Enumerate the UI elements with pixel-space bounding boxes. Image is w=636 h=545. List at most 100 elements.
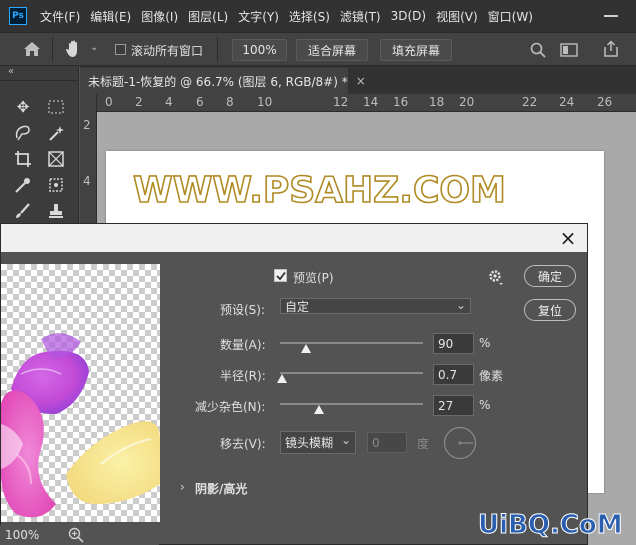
menu-file[interactable]: 文件(F) — [35, 8, 85, 25]
ruler-tick: 16 — [393, 95, 409, 109]
dialog-close-icon[interactable]: × — [557, 226, 579, 250]
ruler-tick: 0 — [105, 95, 113, 109]
ruler-tick: 6 — [196, 95, 204, 109]
angle-unit: 度 — [417, 437, 430, 451]
menu-image[interactable]: 图像(I) — [136, 8, 183, 25]
zoom-field[interactable]: 100% — [232, 39, 287, 61]
menu-filter[interactable]: 滤镜(T) — [335, 8, 386, 25]
radius-label: 半径(R): — [220, 369, 266, 383]
dialog-status-bar: 100% — [0, 525, 159, 545]
eyedropper-icon[interactable] — [12, 174, 34, 196]
ruler-tick: 4 — [83, 174, 91, 188]
reduce-noise-label: 减少杂色(N): — [195, 400, 266, 414]
amount-input[interactable]: 90 — [433, 333, 474, 354]
menu-3d[interactable]: 3D(D) — [386, 9, 431, 23]
ruler-tick: 26 — [597, 95, 613, 109]
reset-button[interactable]: 复位 — [524, 299, 576, 321]
menu-layer[interactable]: 图层(L) — [183, 8, 233, 25]
ruler-tick: 8 — [226, 95, 234, 109]
document-tab-bar: 未标题-1-恢复的 @ 66.7% (图层 6, RGB/8#) * × — [80, 66, 636, 94]
horizontal-ruler: 0 2 4 6 8 10 12 14 16 18 20 22 24 26 — [97, 94, 636, 112]
fit-screen-button[interactable]: 适合屏幕 — [296, 39, 368, 61]
amount-unit: % — [479, 336, 491, 350]
menu-bar: Ps 文件(F) 编辑(E) 图像(I) 图层(L) 文字(Y) 选择(S) 滤… — [0, 0, 636, 32]
options-bar: ⌄ 滚动所有窗口 100% 适合屏幕 填充屏幕 — [0, 32, 636, 66]
chevron-down-icon[interactable]: ⌄ — [90, 42, 98, 53]
move-tool-icon[interactable]: ✥ — [12, 96, 34, 118]
radius-slider-track[interactable] — [280, 372, 423, 374]
ok-button[interactable]: 确定 — [524, 265, 576, 287]
radius-input[interactable]: 0.7 — [433, 364, 474, 385]
tab-close-icon[interactable]: × — [356, 74, 366, 88]
amount-slider-thumb[interactable] — [300, 344, 311, 353]
ruler-tick: 2 — [83, 118, 91, 132]
home-icon[interactable] — [23, 41, 41, 57]
ruler-tick: 12 — [333, 95, 349, 109]
gear-icon[interactable] — [488, 269, 504, 285]
lasso-tool-icon[interactable] — [12, 122, 34, 144]
radius-slider-thumb[interactable] — [276, 374, 287, 383]
ruler-tick: 14 — [363, 95, 379, 109]
preset-select[interactable]: 自定 ⌄ — [280, 298, 471, 314]
magic-wand-icon[interactable] — [45, 122, 67, 144]
hand-icon[interactable] — [64, 39, 84, 59]
menu-edit[interactable]: 编辑(E) — [85, 8, 136, 25]
divider — [217, 37, 218, 61]
scroll-all-label: 滚动所有窗口 — [131, 44, 204, 58]
ruler-tick: 22 — [522, 95, 538, 109]
frame-tool-icon[interactable] — [45, 148, 67, 170]
collapse-panel-icon[interactable]: « — [8, 66, 14, 77]
chevron-down-icon: ⌄ — [340, 433, 351, 447]
ruler-tick: 2 — [135, 95, 143, 109]
menu-view[interactable]: 视图(V) — [431, 8, 483, 25]
amount-label: 数量(A): — [220, 338, 266, 352]
reduce-noise-slider-track[interactable] — [280, 403, 423, 405]
menu-window[interactable]: 窗口(W) — [483, 8, 538, 25]
angle-dial-icon[interactable] — [443, 426, 477, 460]
reduce-noise-slider-thumb[interactable] — [313, 405, 324, 414]
smart-sharpen-dialog: × 预览(P) 确定 复位 预设(S): 自定 ⌄ 数量(A): 90 % 半径… — [0, 223, 588, 545]
fill-screen-button[interactable]: 填充屏幕 — [380, 39, 452, 61]
spot-healing-icon[interactable] — [45, 174, 67, 196]
expand-chevron-icon[interactable]: › — [180, 480, 185, 494]
stamp-tool-icon[interactable] — [45, 200, 67, 222]
preview-label: 预览(P) — [293, 271, 334, 285]
crop-tool-icon[interactable] — [12, 148, 34, 170]
ruler-tick: 4 — [165, 95, 173, 109]
preset-value: 自定 — [285, 299, 310, 314]
brush-tool-icon[interactable] — [12, 200, 34, 222]
shadows-highlights-section[interactable]: 阴影/高光 — [195, 480, 247, 497]
ruler-tick: 18 — [429, 95, 445, 109]
site-watermark: UiBQ.CoM — [478, 510, 624, 541]
photoshop-logo-icon: Ps — [9, 7, 27, 25]
checkmark-icon — [275, 271, 286, 280]
marquee-tool-icon[interactable] — [45, 96, 67, 118]
angle-input[interactable]: 0 — [367, 432, 407, 453]
radius-unit: 像素 — [479, 369, 504, 383]
menu-type[interactable]: 文字(Y) — [233, 8, 284, 25]
remove-label: 移去(V): — [220, 437, 266, 451]
reduce-noise-unit: % — [479, 398, 491, 412]
workspace-icon[interactable] — [560, 43, 578, 57]
document-tab[interactable]: 未标题-1-恢复的 @ 66.7% (图层 6, RGB/8#) * × — [80, 68, 366, 94]
preview-checkbox[interactable] — [274, 269, 287, 282]
dialog-title-bar: × — [1, 224, 587, 252]
ruler-tick: 20 — [459, 95, 475, 109]
search-icon[interactable] — [530, 42, 546, 58]
reduce-noise-input[interactable]: 27 — [433, 395, 474, 416]
minimize-icon[interactable] — [604, 15, 618, 17]
remove-select[interactable]: 镜头模糊 ⌄ — [280, 431, 356, 454]
zoom-in-icon[interactable] — [68, 527, 84, 543]
preset-label: 预设(S): — [220, 303, 266, 317]
menu-select[interactable]: 选择(S) — [284, 8, 335, 25]
divider — [52, 37, 53, 61]
chevron-down-icon: ⌄ — [455, 298, 466, 312]
ruler-tick: 24 — [559, 95, 575, 109]
document-tab-title: 未标题-1-恢复的 @ 66.7% (图层 6, RGB/8#) * — [88, 74, 348, 89]
filter-preview[interactable] — [1, 264, 160, 522]
remove-value: 镜头模糊 — [285, 436, 334, 450]
canvas-text-layer: WWW.PSAHZ.COM — [132, 169, 506, 212]
share-icon[interactable] — [603, 40, 619, 58]
scroll-all-checkbox[interactable] — [115, 44, 126, 55]
ruler-tick: 10 — [257, 95, 273, 109]
